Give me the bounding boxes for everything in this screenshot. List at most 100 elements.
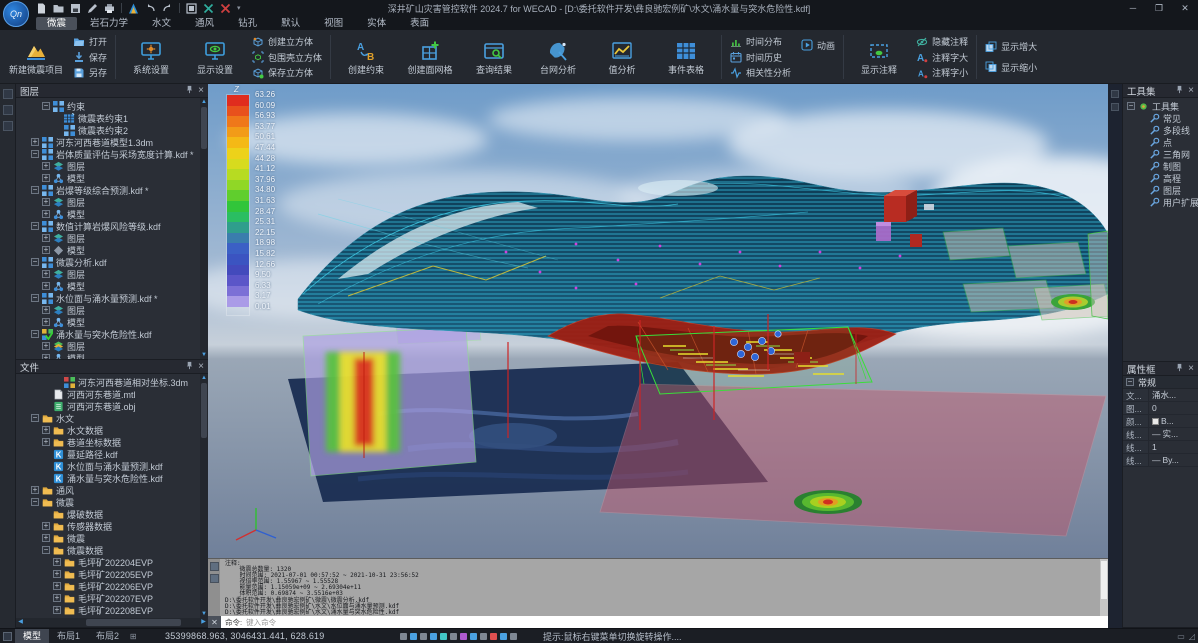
ribbon-button-打开[interactable]: 打开: [70, 35, 110, 49]
app-logo[interactable]: Qn: [3, 1, 29, 27]
close-icon[interactable]: ×: [198, 86, 204, 95]
ortho-icon[interactable]: [420, 633, 427, 640]
file-tree-item[interactable]: 爆破数据: [16, 508, 200, 520]
property-row[interactable]: 文...涌水...: [1123, 389, 1198, 402]
open-file-icon[interactable]: [53, 3, 64, 14]
expand-icon[interactable]: +: [42, 438, 50, 446]
layout-grid-icon[interactable]: [3, 632, 12, 641]
close-teal-icon[interactable]: [203, 3, 214, 14]
file-tree-item[interactable]: −微震数据: [16, 544, 200, 556]
expand-icon[interactable]: +: [42, 522, 50, 530]
minimize-button[interactable]: ─: [1120, 1, 1146, 16]
expand-icon[interactable]: +: [42, 282, 50, 290]
menu-tab-通风[interactable]: 通风: [184, 17, 225, 30]
3d-viewport[interactable]: Z 63.2660.0956.9353.7750.6147.4444.2841.…: [208, 84, 1108, 558]
layer-tree-item[interactable]: +图层: [16, 268, 200, 280]
layout-tab-布局2[interactable]: 布局2: [88, 629, 127, 643]
ribbon-button-显示设置[interactable]: 显示设置: [183, 32, 247, 82]
layers-scrollbar[interactable]: ▲ ▼: [200, 98, 208, 359]
toolset-tree-item[interactable]: 用户扩展: [1123, 196, 1198, 208]
toolset-tree-item[interactable]: −工具集: [1123, 100, 1198, 112]
toolset-tree-item[interactable]: 三角网: [1123, 148, 1198, 160]
file-tree-item[interactable]: +微震: [16, 532, 200, 544]
property-value[interactable]: 1: [1149, 441, 1198, 453]
expand-icon[interactable]: +: [42, 234, 50, 242]
expand-icon[interactable]: +: [53, 558, 61, 566]
ribbon-button-相关性分析[interactable]: 相关性分析: [727, 66, 794, 80]
scroll-left-icon[interactable]: ◀: [16, 618, 25, 627]
save-icon[interactable]: [70, 3, 81, 14]
layer-tree-item[interactable]: +图层: [16, 232, 200, 244]
collapsed-panel-icon[interactable]: [1111, 103, 1119, 111]
scroll-up-icon[interactable]: ▲: [200, 98, 208, 106]
property-value[interactable]: B...: [1149, 415, 1198, 427]
ribbon-button-创建约束[interactable]: AB创建约束: [334, 32, 398, 82]
file-tree-item[interactable]: +毛坪矿202208EVP: [16, 604, 200, 616]
layer-tree-item[interactable]: 微震表约束1: [16, 112, 200, 124]
qat-dropdown-icon[interactable]: ▾: [237, 4, 241, 12]
collapse-icon[interactable]: −: [31, 258, 39, 266]
menu-tab-视图[interactable]: 视图: [313, 17, 354, 30]
properties-group-header[interactable]: − 常规: [1123, 376, 1198, 389]
ribbon-button-注释字大[interactable]: A注释字大: [913, 50, 971, 64]
menu-tab-实体[interactable]: 实体: [356, 17, 397, 30]
ducs-icon[interactable]: [460, 633, 467, 640]
property-row[interactable]: 线...—实...: [1123, 428, 1198, 441]
file-tree-item[interactable]: +水文数据: [16, 424, 200, 436]
console-scrollbar[interactable]: [1100, 559, 1108, 616]
add-layout-icon[interactable]: ⊞: [127, 632, 139, 641]
layer-tree-item[interactable]: +河东河西巷道模型1.3dm: [16, 136, 200, 148]
restore-button[interactable]: ❐: [1146, 1, 1172, 16]
console-tool-icon[interactable]: [210, 574, 219, 583]
scroll-down-icon[interactable]: ▼: [200, 351, 208, 359]
file-tree-item[interactable]: +毛坪矿202205EVP: [16, 568, 200, 580]
pin-icon[interactable]: [1175, 363, 1184, 375]
ribbon-button-注释字小[interactable]: A注释字小: [913, 66, 971, 80]
collapse-icon[interactable]: −: [31, 222, 39, 230]
ribbon-button-时间分布[interactable]: 时间分布: [727, 35, 794, 49]
window-icon[interactable]: [186, 3, 197, 14]
toolset-tree-item[interactable]: 图层: [1123, 184, 1198, 196]
close-icon[interactable]: ×: [198, 362, 204, 371]
app-a-icon[interactable]: [128, 3, 139, 14]
ribbon-button-动画[interactable]: 动画: [798, 38, 838, 52]
ribbon-button-系统设置[interactable]: 系统设置: [119, 32, 183, 82]
ribbon-button-显示注释[interactable]: 显示注释: [847, 32, 911, 82]
file-tree-item[interactable]: +毛坪矿202204EVP: [16, 556, 200, 568]
layer-tree-item[interactable]: −数值计算岩爆风险等级.kdf: [16, 220, 200, 232]
layer-tree-item[interactable]: +图层: [16, 304, 200, 316]
layer-tree-item[interactable]: +图层: [16, 196, 200, 208]
ribbon-button-值分析[interactable]: 值分析: [590, 32, 654, 82]
toolset-tree-item[interactable]: 点: [1123, 136, 1198, 148]
expand-icon[interactable]: +: [42, 306, 50, 314]
property-row[interactable]: 颜...B...: [1123, 415, 1198, 428]
print-icon[interactable]: [104, 3, 115, 14]
expand-icon[interactable]: +: [42, 174, 50, 182]
console-tool-icon[interactable]: [210, 562, 219, 571]
collapse-icon[interactable]: −: [31, 294, 39, 302]
file-tree-item[interactable]: +通风: [16, 484, 200, 496]
ribbon-button-创建立方体[interactable]: 创建立方体: [249, 35, 325, 49]
ribbon-button-隐藏注释[interactable]: 隐藏注释: [913, 35, 971, 49]
close-icon[interactable]: ×: [1188, 364, 1194, 373]
expand-icon[interactable]: +: [42, 246, 50, 254]
command-input[interactable]: 命令: 键入命令: [221, 616, 1108, 628]
edit-icon[interactable]: [87, 3, 98, 14]
collapsed-panel-icon[interactable]: [3, 121, 13, 131]
expand-icon[interactable]: +: [42, 534, 50, 542]
ribbon-button-显示缩小[interactable]: 显示缩小: [982, 60, 1040, 74]
close-button[interactable]: ✕: [1172, 1, 1198, 16]
file-tree-item[interactable]: −水文: [16, 412, 200, 424]
layer-tree-item[interactable]: −约束: [16, 100, 200, 112]
expand-icon[interactable]: +: [42, 198, 50, 206]
expand-icon[interactable]: +: [42, 210, 50, 218]
sc-icon[interactable]: [490, 633, 497, 640]
collapsed-panel-icon[interactable]: [3, 105, 13, 115]
files-hscrollbar[interactable]: ◀ ▶: [16, 618, 208, 627]
menu-tab-表面[interactable]: 表面: [399, 17, 440, 30]
layer-tree-item[interactable]: +模型: [16, 352, 200, 359]
expand-icon[interactable]: +: [42, 270, 50, 278]
am-icon[interactable]: [500, 633, 507, 640]
layer-tree-item[interactable]: +图层: [16, 340, 200, 352]
layer-tree-item[interactable]: −水位面与涌水量预测.kdf *: [16, 292, 200, 304]
